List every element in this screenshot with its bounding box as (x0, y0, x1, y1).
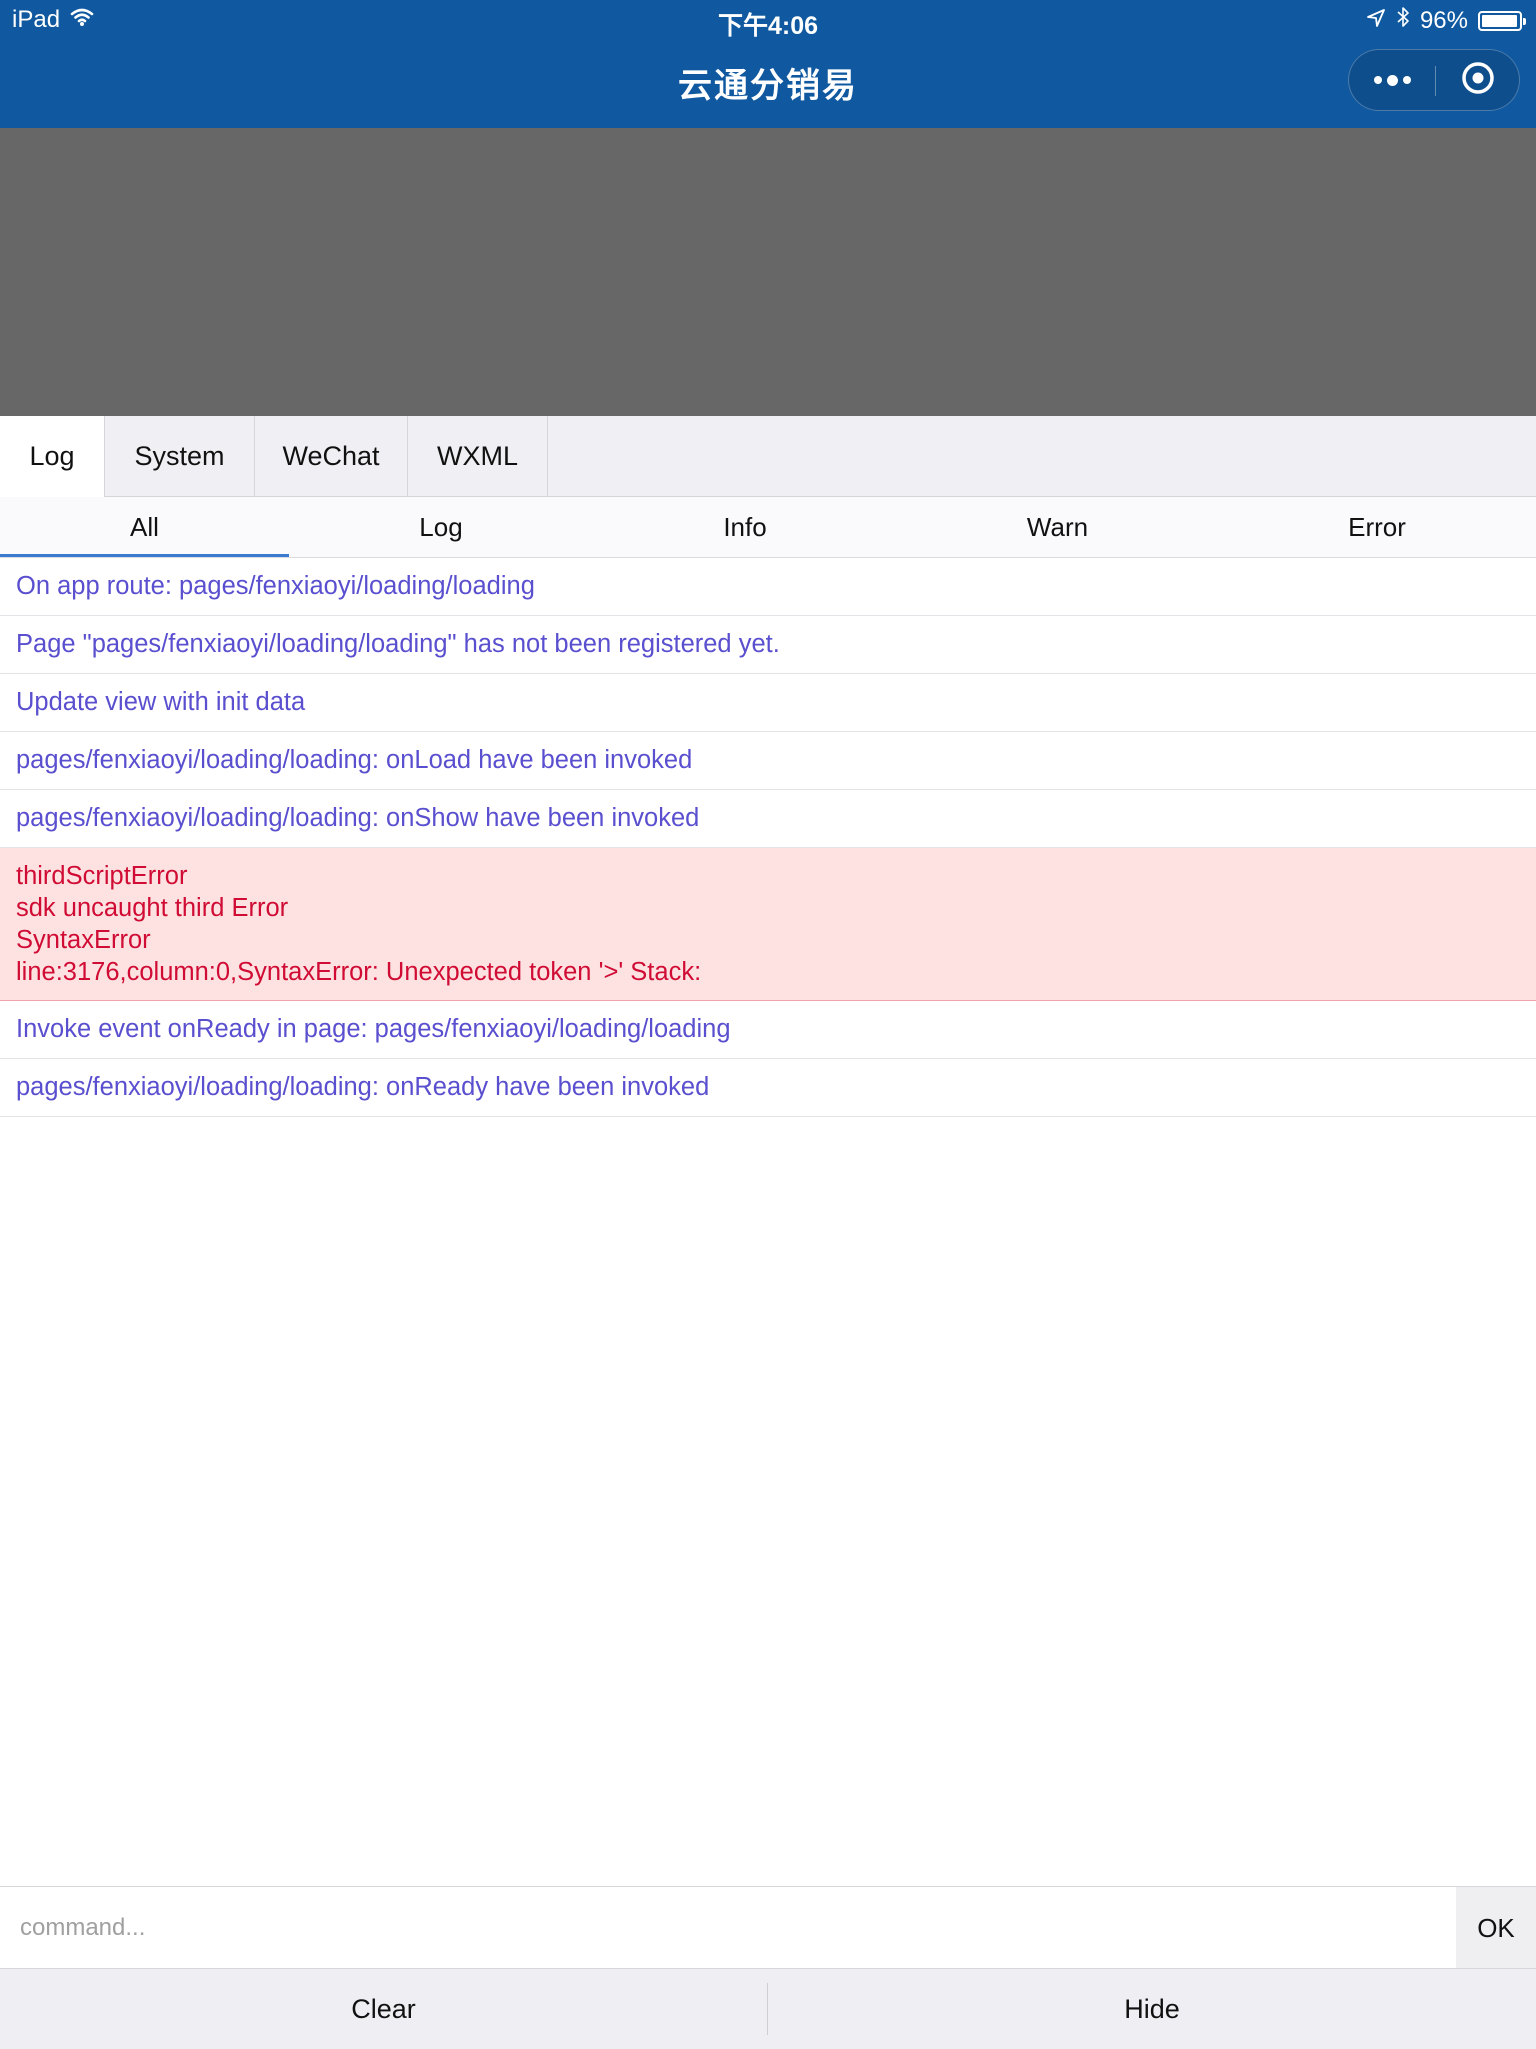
filter-log[interactable]: Log (289, 497, 593, 557)
close-miniprogram-button[interactable] (1436, 50, 1520, 110)
more-button[interactable] (1349, 50, 1435, 110)
bluetooth-icon (1396, 6, 1410, 35)
tab-wechat[interactable]: WeChat (255, 416, 408, 496)
console-tabs: Log System WeChat WXML (0, 416, 1536, 497)
command-bar: OK (0, 1886, 1536, 1969)
active-filter-underline (0, 554, 289, 557)
location-arrow-icon (1366, 7, 1386, 35)
page-title: 云通分销易 (678, 67, 858, 105)
ok-button[interactable]: OK (1456, 1887, 1536, 1969)
log-entry: On app route: pages/fenxiaoyi/loading/lo… (0, 558, 1536, 616)
log-entry: pages/fenxiaoyi/loading/loading: onShow … (0, 790, 1536, 848)
log-entry: pages/fenxiaoyi/loading/loading: onReady… (0, 1059, 1536, 1117)
error-log-entry: thirdScriptError sdk uncaught third Erro… (0, 848, 1536, 1001)
filter-info[interactable]: Info (593, 497, 897, 557)
log-entry: Update view with init data (0, 674, 1536, 732)
status-time: 下午4:06 (717, 12, 819, 40)
log-entry: pages/fenxiaoyi/loading/loading: onLoad … (0, 732, 1536, 790)
error-line: line:3176,column:0,SyntaxError: Unexpect… (16, 958, 702, 986)
menu-capsule (1348, 49, 1520, 111)
battery-icon (1478, 10, 1526, 31)
log-level-filters: All Log Info Warn Error (0, 497, 1536, 558)
clear-button[interactable]: Clear (0, 1969, 767, 2049)
filter-all[interactable]: All (0, 497, 289, 557)
hide-button[interactable]: Hide (768, 1969, 1536, 2049)
log-entry: Invoke event onReady in page: pages/fenx… (0, 1001, 1536, 1059)
tab-log[interactable]: Log (0, 416, 105, 497)
close-circle-icon (1460, 60, 1496, 101)
log-list: On app route: pages/fenxiaoyi/loading/lo… (0, 558, 1536, 1117)
status-bar: iPad 下午4:06 96% (0, 0, 1536, 42)
error-line: sdk uncaught third Error (16, 894, 289, 922)
bottom-action-bar: Clear Hide (0, 1968, 1536, 2049)
page-content-area (0, 128, 1536, 416)
tab-system[interactable]: System (105, 416, 255, 496)
app-header: iPad 下午4:06 96% 云通分销易 (0, 0, 1536, 128)
filter-warn[interactable]: Warn (897, 497, 1218, 557)
command-input[interactable] (0, 1887, 1456, 1969)
more-dots-icon (1373, 74, 1411, 86)
filter-error[interactable]: Error (1218, 497, 1536, 557)
tab-wxml[interactable]: WXML (408, 416, 548, 496)
error-line: SyntaxError (16, 926, 151, 954)
log-entry: Page "pages/fenxiaoyi/loading/loading" h… (0, 616, 1536, 674)
battery-percent: 96% (1419, 6, 1468, 34)
error-line: thirdScriptError (16, 862, 188, 890)
